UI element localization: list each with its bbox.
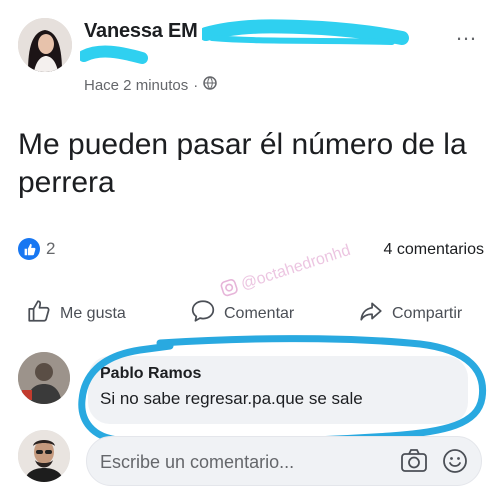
camera-icon[interactable]	[400, 448, 428, 479]
emoji-icon[interactable]	[442, 448, 468, 479]
my-avatar[interactable]	[18, 430, 70, 482]
highlight-circle	[78, 335, 487, 446]
comment-placeholder: Escribe un comentario...	[100, 452, 295, 472]
